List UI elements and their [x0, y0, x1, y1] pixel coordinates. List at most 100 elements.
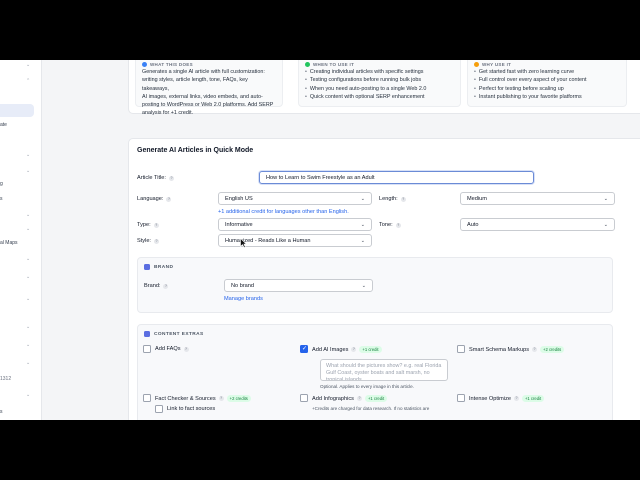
when-to-use-panel: WHEN TO USE IT Creating individual artic… — [298, 60, 461, 107]
sidebar-item-label[interactable]: ate — [0, 122, 7, 128]
chevron-down-icon[interactable]: ⌄ — [26, 212, 30, 218]
language-credit-note: +1 additional credit for languages other… — [218, 209, 349, 215]
main-content: WHAT THIS DOES Generates a single AI art… — [42, 60, 640, 420]
section-heading: BRAND — [154, 264, 174, 270]
what-this-does-panel: WHAT THIS DOES Generates a single AI art… — [135, 60, 283, 116]
tone-select[interactable]: Auto ⌄ — [460, 218, 615, 231]
chevron-down-icon: ⌄ — [603, 221, 608, 228]
manage-brands-link[interactable]: Manage brands — [224, 296, 263, 302]
star-icon — [474, 61, 479, 67]
add-faqs-checkbox[interactable] — [143, 345, 151, 353]
panel-bullet: Quick content with optional SERP enhance… — [305, 93, 454, 101]
chevron-up-icon[interactable]: ⌃ — [26, 78, 30, 84]
type-label: Type:? — [137, 222, 159, 228]
help-icon[interactable]: ? — [166, 196, 172, 202]
panel-bullet: Get started fast with zero learning curv… — [474, 68, 620, 76]
sidebar-count: 1312 — [0, 376, 12, 382]
style-label: Style:? — [137, 238, 159, 244]
panel-bullet: Instant publishing to your favorite plat… — [474, 93, 620, 101]
content-extras-section: CONTENT EXTRAS Add FAQs? Add AI Images?+… — [137, 324, 613, 420]
chevron-down-icon[interactable]: ⌄ — [26, 256, 30, 262]
mouse-cursor-icon — [240, 238, 247, 248]
chevron-down-icon[interactable]: ⌄ — [26, 274, 30, 280]
infographics-hint: +Credits are charged for data research. … — [312, 406, 430, 411]
help-icon[interactable]: ? — [154, 238, 159, 244]
check-icon — [305, 61, 310, 67]
chevron-down-icon[interactable]: ⌄ — [26, 226, 30, 232]
add-infographics-checkbox[interactable] — [300, 394, 308, 402]
intense-optimize-label: Intense Optimize? +1 credit — [469, 395, 545, 402]
add-faqs-label: Add FAQs? — [155, 346, 189, 352]
panel-text: Generates a single AI article with full … — [142, 69, 265, 75]
info-icon — [142, 61, 147, 67]
brand-select[interactable]: No brand ⌄ — [224, 279, 373, 292]
sidebar-active-item[interactable] — [0, 104, 34, 117]
help-icon[interactable]: ? — [168, 175, 174, 181]
smart-schema-checkbox[interactable] — [457, 345, 465, 353]
length-label: Length:? — [379, 196, 406, 202]
ai-images-prompt-textarea[interactable]: What should the pictures show? e.g. real… — [320, 359, 448, 381]
panel-text: posting to WordPress or Web 2.0 platform… — [142, 102, 274, 109]
chevron-down-icon[interactable]: ⌄ — [26, 360, 30, 366]
sidebar: ⌄ ⌃ ate ⌄ ⌄ g s ⌄ ⌄ al Maps ⌄ ⌄ ⌄ ⌄ ⌄ ⌄ … — [0, 60, 42, 420]
chevron-down-icon[interactable]: ⌄ — [26, 62, 30, 68]
help-icon[interactable]: ? — [218, 396, 224, 401]
chevron-down-icon: ⌄ — [361, 282, 366, 289]
info-card: WHAT THIS DOES Generates a single AI art… — [128, 60, 640, 116]
chevron-down-icon[interactable]: ⌄ — [26, 392, 30, 398]
add-ai-images-checkbox[interactable] — [300, 345, 308, 353]
panel-text: writing styles, article length, tone, FA… — [142, 77, 248, 92]
chevron-down-icon: ⌄ — [603, 195, 608, 202]
help-icon[interactable]: ? — [183, 346, 189, 352]
credit-badge: +1 credit — [359, 346, 382, 353]
help-icon[interactable]: ? — [400, 196, 406, 202]
ai-images-hint: Optional. Applies to every image in this… — [320, 384, 414, 389]
credit-badge: +1 credit — [521, 395, 545, 402]
why-use-it-panel: WHY USE IT Get started fast with zero le… — [467, 60, 627, 107]
help-icon[interactable]: ? — [351, 347, 357, 352]
fact-checker-checkbox[interactable] — [143, 394, 151, 402]
sidebar-item-label[interactable]: s — [0, 196, 3, 202]
sidebar-item-label[interactable]: s — [0, 409, 3, 415]
chevron-down-icon: ⌄ — [360, 221, 365, 228]
article-title-label: Article Title:? — [137, 175, 174, 181]
panel-bullet: Full control over every aspect of your c… — [474, 76, 620, 84]
length-select[interactable]: Medium ⌄ — [460, 192, 615, 205]
article-title-input[interactable]: How to Learn to Swim Freestyle as an Adu… — [259, 171, 534, 184]
panel-bullet: Creating individual articles with specif… — [305, 68, 454, 76]
help-icon[interactable]: ? — [356, 396, 362, 401]
help-icon[interactable]: ? — [395, 222, 401, 228]
panel-text: analysis for +1 credit. — [142, 110, 194, 117]
panel-bullet: Testing configurations before running bu… — [305, 76, 454, 84]
chevron-down-icon[interactable]: ⌄ — [26, 296, 30, 302]
link-to-fact-sources-label: Link to fact sources — [167, 406, 216, 412]
fact-checker-label: Fact Checker & Sources? +2 credits — [155, 395, 251, 402]
sidebar-item-label[interactable]: al Maps — [0, 240, 18, 246]
type-select[interactable]: Informative ⌄ — [218, 218, 372, 231]
sidebar-item-label[interactable]: g — [0, 181, 3, 187]
smart-schema-label: Smart Schema Markups? +2 credits — [469, 346, 565, 353]
language-select[interactable]: English US ⌄ — [218, 192, 372, 205]
tone-label: Tone:? — [379, 222, 401, 228]
section-heading: CONTENT EXTRAS — [154, 331, 204, 337]
app-window: ⌄ ⌃ ate ⌄ ⌄ g s ⌄ ⌄ al Maps ⌄ ⌄ ⌄ ⌄ ⌄ ⌄ … — [0, 60, 640, 420]
language-label: Language:? — [137, 196, 172, 202]
panel-bullet: When you need auto-posting to a single W… — [305, 85, 454, 93]
chevron-down-icon[interactable]: ⌄ — [26, 324, 30, 330]
panel-text: AI images, external links, video embeds,… — [142, 93, 263, 100]
help-icon[interactable]: ? — [163, 283, 169, 289]
intense-optimize-checkbox[interactable] — [457, 394, 465, 402]
panel-heading: WHY USE IT — [482, 61, 512, 67]
chevron-down-icon[interactable]: ⌄ — [26, 152, 30, 158]
credit-badge: +1 credit — [364, 395, 388, 402]
chevron-down-icon[interactable]: ⌄ — [26, 342, 30, 348]
chevron-down-icon[interactable]: ⌄ — [26, 168, 30, 174]
panel-bullet: Perfect for testing before scaling up — [474, 85, 620, 93]
chevron-down-icon: ⌄ — [360, 237, 365, 244]
credit-badge: +2 credits — [226, 395, 251, 402]
help-icon[interactable]: ? — [513, 396, 519, 401]
help-icon[interactable]: ? — [153, 222, 159, 228]
link-to-fact-sources-checkbox[interactable] — [155, 405, 163, 413]
brand-section: BRAND Brand:? No brand ⌄ Manage brands — [137, 257, 613, 313]
help-icon[interactable]: ? — [532, 347, 537, 352]
